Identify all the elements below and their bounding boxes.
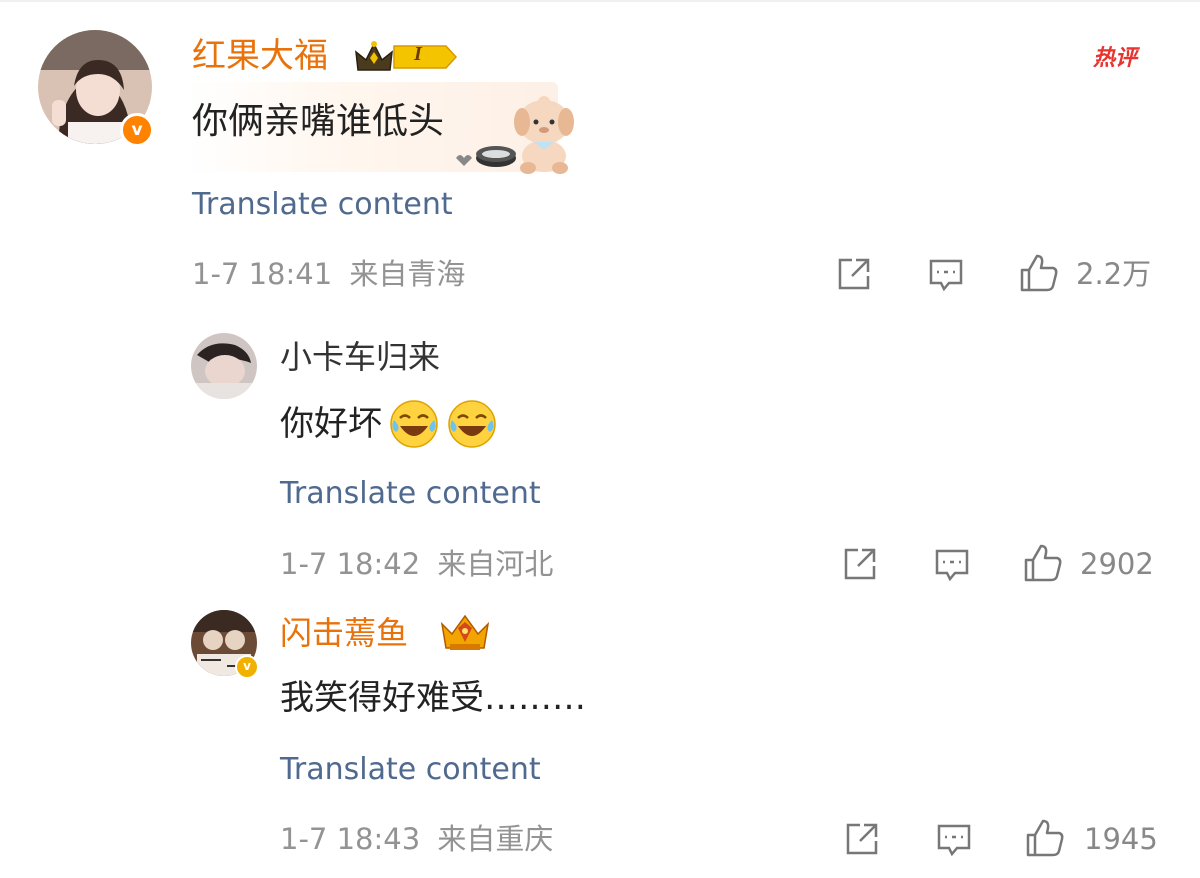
- comment-meta: 1-7 18:42 来自河北: [280, 545, 553, 583]
- translate-link[interactable]: Translate content: [192, 186, 453, 224]
- translate-link[interactable]: Translate content: [280, 475, 541, 513]
- comment-meta: 1-7 18:41 来自青海: [192, 255, 465, 293]
- vip-level: I: [414, 43, 422, 65]
- hot-comment-tag: 热评: [1093, 46, 1138, 71]
- comment-icon[interactable]: [926, 254, 966, 294]
- crown-icon: [440, 614, 490, 654]
- laughing-crying-emoji-icon: [446, 398, 498, 450]
- comment-content: 你俩亲嘴谁低头: [192, 101, 445, 142]
- top-divider: [0, 0, 1200, 2]
- comment-meta: 1-7 18:43 来自重庆: [280, 820, 553, 858]
- vip-crown-badge[interactable]: I: [354, 38, 458, 76]
- translate-link[interactable]: Translate content: [280, 751, 541, 789]
- thumbs-up-icon[interactable]: [1018, 252, 1060, 294]
- location: 来自重庆: [437, 822, 554, 856]
- thumbs-up-icon[interactable]: [1024, 817, 1066, 859]
- verified-badge-icon: v: [235, 655, 259, 679]
- username[interactable]: 红果大福: [192, 34, 328, 78]
- verified-badge-icon: v: [120, 113, 154, 147]
- like-count: 2902: [1080, 547, 1154, 581]
- location: 来自河北: [437, 547, 554, 581]
- like-count: 2.2万: [1076, 257, 1152, 291]
- timestamp: 1-7 18:42: [280, 547, 421, 581]
- share-icon[interactable]: [842, 819, 882, 859]
- comment-icon[interactable]: [932, 544, 972, 584]
- laughing-crying-emoji-icon: [388, 398, 440, 450]
- share-icon[interactable]: [834, 254, 874, 294]
- comment-content: 我笑得好难受………: [280, 678, 586, 718]
- bubble-sticker-icon: [452, 92, 576, 176]
- thumbs-up-icon[interactable]: [1022, 542, 1064, 584]
- avatar[interactable]: [191, 333, 257, 399]
- comment-icon[interactable]: [934, 819, 974, 859]
- location: 来自青海: [349, 257, 466, 291]
- username[interactable]: 小卡车归来: [280, 336, 440, 378]
- username[interactable]: 闪击蔫鱼: [280, 612, 408, 654]
- timestamp: 1-7 18:43: [280, 822, 421, 856]
- comment-content: 你好坏: [280, 398, 498, 450]
- like-count: 1945: [1084, 822, 1158, 856]
- share-icon[interactable]: [840, 544, 880, 584]
- timestamp: 1-7 18:41: [192, 257, 333, 291]
